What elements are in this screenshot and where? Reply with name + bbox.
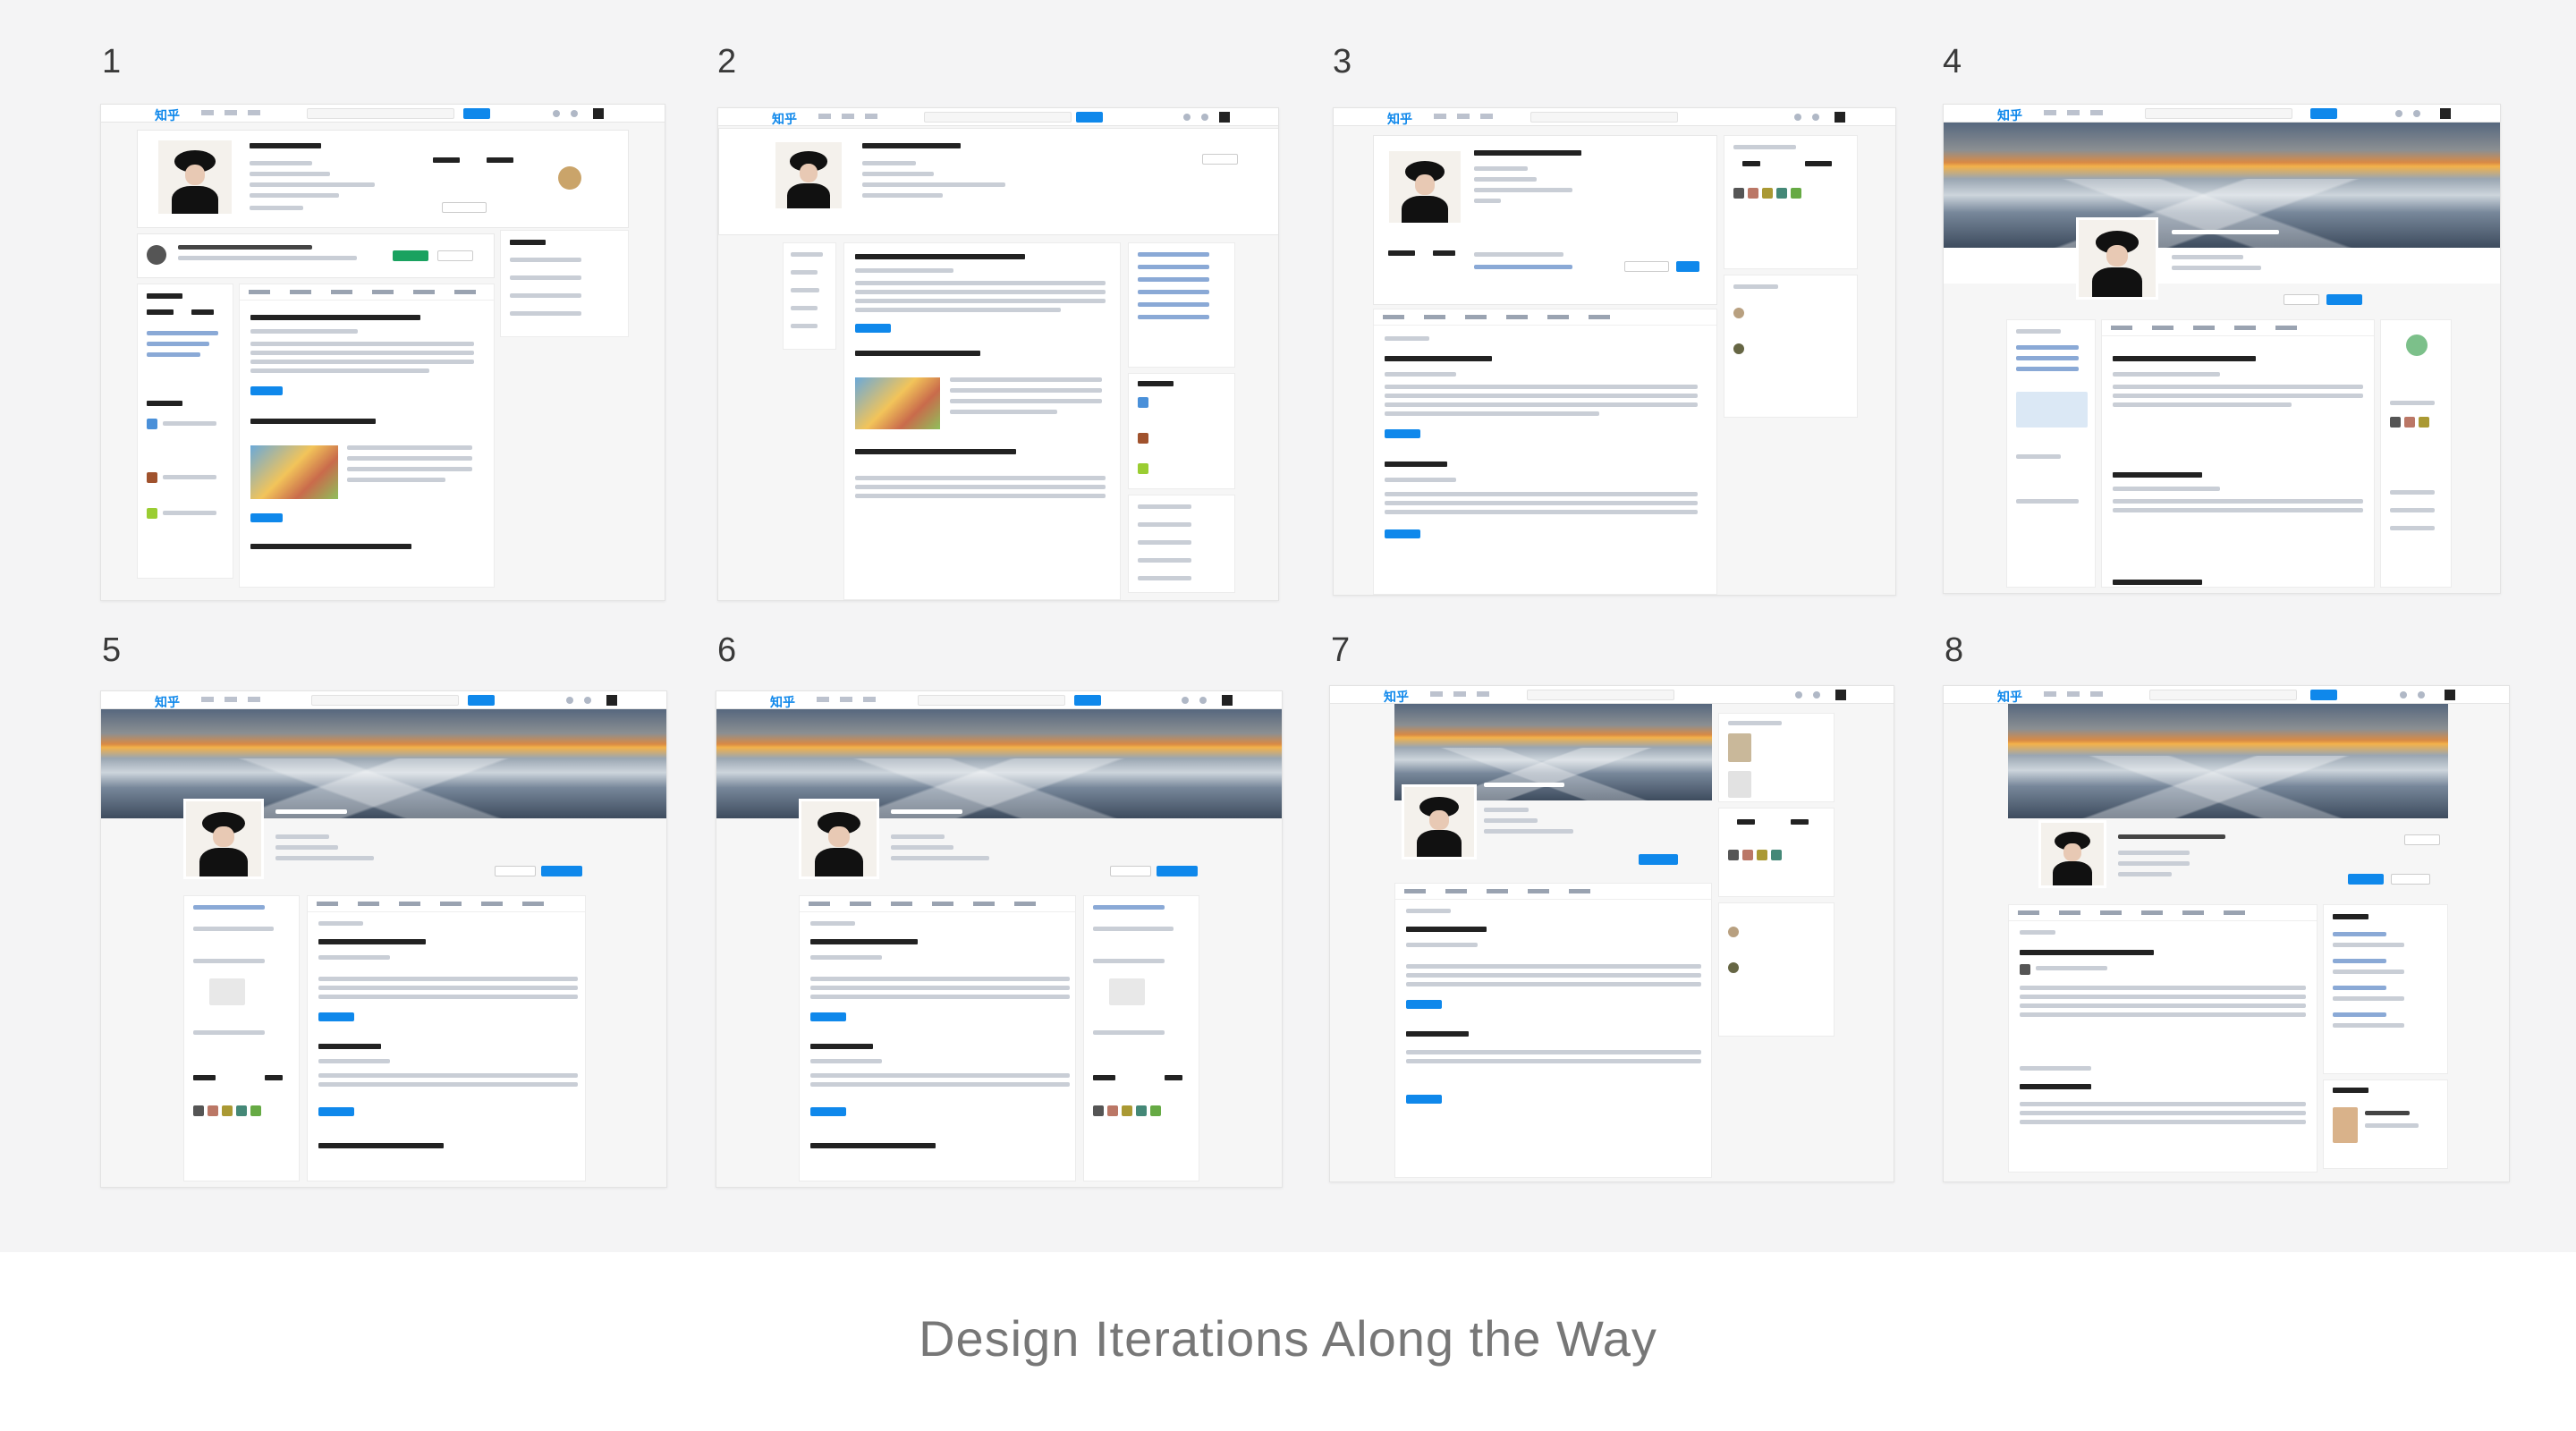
avatar — [593, 108, 604, 119]
logo: 知乎 — [1387, 113, 1412, 127]
iteration-number: 2 — [717, 43, 737, 80]
iteration-number: 1 — [102, 43, 122, 80]
iteration-thumbnail-6[interactable]: 知乎 — [716, 690, 1283, 1188]
iteration-thumbnail-3[interactable]: 知乎 — [1333, 107, 1896, 596]
iteration-number: 8 — [1945, 631, 1964, 669]
iteration-thumbnail-4[interactable]: 知乎 — [1943, 104, 2501, 594]
iteration-thumbnail-1[interactable]: 知乎 — [100, 104, 665, 601]
iteration-thumbnail-2[interactable]: 知乎 — [717, 107, 1279, 601]
logo: 知乎 — [1997, 109, 2022, 123]
iteration-number: 3 — [1333, 43, 1352, 80]
logo: 知乎 — [1384, 690, 1409, 705]
logo: 知乎 — [1997, 690, 2022, 705]
iterations-board: 1 知乎 2 知乎 3 知乎 4 知乎 5 知乎 6 知乎 7 知乎 8 知乎 — [0, 0, 2576, 1252]
caption: Design Iterations Along the Way — [919, 1310, 1657, 1367]
iteration-number: 6 — [717, 631, 737, 669]
iteration-number: 5 — [102, 631, 122, 669]
logo: 知乎 — [772, 113, 797, 127]
iteration-number: 4 — [1943, 43, 1962, 80]
iteration-thumbnail-7[interactable]: 知乎 — [1329, 685, 1894, 1182]
logo: 知乎 — [155, 109, 180, 123]
logo: 知乎 — [770, 696, 795, 710]
logo: 知乎 — [155, 696, 180, 710]
iteration-thumbnail-8[interactable]: 知乎 — [1943, 685, 2510, 1182]
iteration-thumbnail-5[interactable]: 知乎 — [100, 690, 667, 1188]
iteration-number: 7 — [1331, 631, 1351, 669]
search-icon — [307, 108, 454, 119]
